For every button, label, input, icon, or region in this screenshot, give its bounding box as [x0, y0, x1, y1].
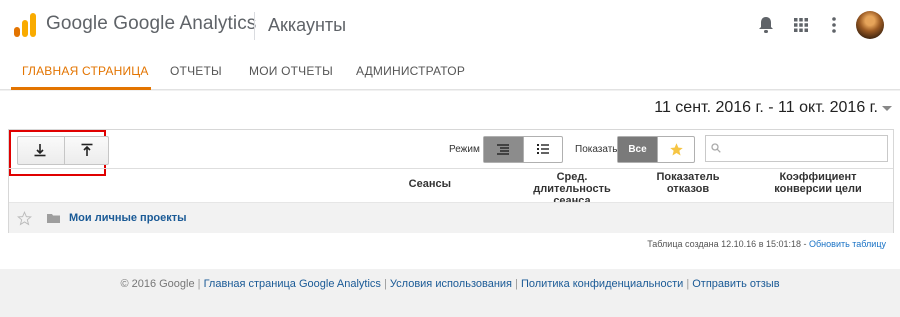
- align-right-icon: [497, 144, 509, 155]
- page-title[interactable]: Аккаунты: [268, 15, 346, 36]
- mode-compact-button[interactable]: [484, 137, 523, 162]
- tab-admin[interactable]: АДМИНИСТРАТОР: [356, 64, 465, 78]
- tab-reports[interactable]: ОТЧЕТЫ: [170, 64, 222, 78]
- footer-copyright: © 2016 Google: [120, 278, 195, 290]
- mode-list-button[interactable]: [523, 137, 562, 162]
- download-icon: [34, 144, 46, 157]
- search-input[interactable]: [724, 136, 884, 161]
- column-header-goal-conversion-label: Коэффициент конверсии цели: [774, 171, 862, 195]
- footer-link-privacy[interactable]: Политика конфиденциальности: [521, 278, 683, 290]
- mode-label: Режим: [449, 144, 480, 155]
- created-timestamp: Таблица создана 12.10.16 в 15:01:18 -: [647, 239, 807, 249]
- accounts-table-panel: Режим Показать Все Сеансы Сред. длительн…: [8, 129, 894, 233]
- footer-link-terms[interactable]: Условия использования: [390, 278, 512, 290]
- main-nav: ГЛАВНАЯ СТРАНИЦА ОТЧЕТЫ МОИ ОТЧЕТЫ АДМИН…: [0, 52, 900, 90]
- footer-link-ga-home[interactable]: Главная страница Google Analytics: [204, 278, 381, 290]
- footer: © 2016 Google | Главная страница Google …: [120, 278, 780, 290]
- active-tab-indicator: [11, 87, 151, 90]
- accounts-card: 11 сент. 2016 г. - 11 окт. 2016 г. Режим: [0, 91, 900, 269]
- chevron-down-icon[interactable]: [882, 106, 892, 111]
- title-divider: [254, 12, 255, 40]
- list-icon: [537, 144, 549, 154]
- analytics-logo[interactable]: [14, 13, 36, 37]
- refresh-table-link[interactable]: Обновить таблицу: [809, 239, 886, 249]
- export-button[interactable]: [64, 137, 109, 164]
- view-mode-toggle: [483, 136, 563, 163]
- table-row: Мои личные проекты: [9, 202, 893, 233]
- show-all-button[interactable]: Все: [618, 137, 657, 162]
- search-icon: [711, 143, 721, 153]
- account-link[interactable]: Мои личные проекты: [69, 212, 187, 224]
- brand-product: Google Analytics: [113, 13, 257, 34]
- table-created-status: Таблица создана 12.10.16 в 15:01:18 - Об…: [647, 239, 886, 249]
- date-range-picker[interactable]: 11 сент. 2016 г. - 11 окт. 2016 г.: [654, 99, 878, 117]
- folder-icon: [47, 214, 60, 223]
- star-outline-icon[interactable]: [17, 211, 32, 226]
- show-starred-button[interactable]: [657, 137, 694, 162]
- star-icon: [670, 143, 683, 156]
- apps-grid-icon[interactable]: [791, 15, 811, 35]
- search-field: [705, 135, 888, 162]
- import-button[interactable]: [18, 137, 63, 164]
- column-header-bounce-rate[interactable]: Показатель отказов: [639, 171, 737, 195]
- column-header-sessions[interactable]: Сеансы: [399, 178, 451, 190]
- brand-title[interactable]: Google Google Analytics: [46, 13, 256, 35]
- footer-link-feedback[interactable]: Отправить отзыв: [692, 278, 779, 290]
- show-label: Показать: [575, 144, 618, 155]
- tab-my-reports[interactable]: МОИ ОТЧЕТЫ: [249, 64, 333, 78]
- more-vert-icon[interactable]: [824, 15, 844, 35]
- upload-icon: [81, 143, 93, 156]
- toolbar-divider: [9, 168, 893, 169]
- show-filter-toggle: Все: [617, 136, 695, 163]
- brand-google: Google: [46, 13, 108, 34]
- tab-home[interactable]: ГЛАВНАЯ СТРАНИЦА: [22, 64, 149, 78]
- notifications-bell-icon[interactable]: [756, 15, 776, 35]
- column-header-goal-conversion[interactable]: Коэффициент конверсии цели: [759, 171, 877, 195]
- column-header-bounce-rate-label: Показатель отказов: [656, 171, 720, 195]
- top-bar: Google Google Analytics Аккаунты: [0, 0, 900, 52]
- import-export-group: [17, 136, 109, 165]
- avatar[interactable]: [856, 11, 884, 39]
